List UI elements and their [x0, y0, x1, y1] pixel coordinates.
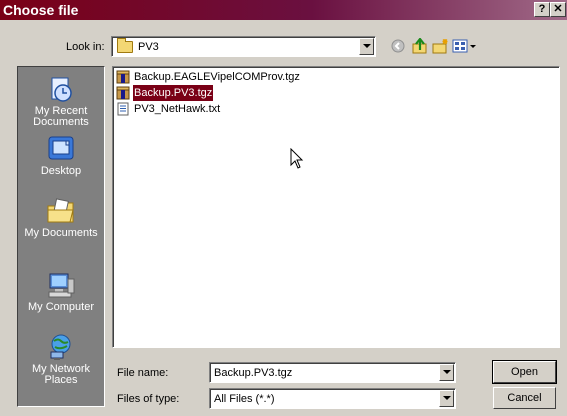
text-file-icon: [117, 102, 129, 116]
look-in-label: Look in:: [66, 41, 105, 53]
dialog-title: Choose file: [3, 2, 79, 18]
help-icon: ?: [538, 3, 546, 15]
back-icon[interactable]: [389, 38, 407, 54]
place-label: My Computer: [27, 301, 95, 313]
network-places-icon: [50, 334, 71, 360]
file-name-label: File name:: [117, 367, 169, 379]
places-bar: My Recent Documents Desktop My Documents: [17, 66, 105, 407]
archive-icon: [116, 70, 130, 84]
file-name-text: PV3_NetHawk.txt: [134, 103, 221, 115]
file-name-value: Backup.PV3.tgz: [214, 367, 293, 379]
chevron-down-icon[interactable]: [439, 364, 454, 381]
choose-file-dialog: Choose file ? ✕ Look in: PV3 My Recent D…: [0, 0, 567, 416]
files-of-type-dropdown[interactable]: All Files (*.*): [209, 388, 456, 409]
look-in-value: PV3: [138, 41, 159, 53]
chevron-down-icon[interactable]: [359, 38, 374, 55]
place-desktop[interactable]: Desktop: [18, 135, 104, 177]
look-in-dropdown[interactable]: PV3: [111, 36, 376, 57]
open-button[interactable]: Open: [492, 360, 557, 384]
my-documents-icon: [47, 198, 74, 223]
files-of-type-label: Files of type:: [117, 393, 180, 405]
new-folder-icon[interactable]: [432, 38, 450, 54]
archive-icon: [116, 86, 130, 100]
place-my-documents[interactable]: My Documents: [18, 197, 104, 239]
up-folder-icon[interactable]: [411, 38, 429, 54]
desktop-icon: [48, 136, 74, 160]
file-name-text: Backup.EAGLEVipelCOMProv.tgz: [134, 71, 300, 83]
mouse-cursor-icon: [290, 148, 304, 169]
place-label: My Recent Documents: [33, 105, 89, 128]
place-my-network-places[interactable]: My Network Places: [18, 333, 104, 386]
files-of-type-value: All Files (*.*): [214, 393, 275, 405]
place-label: Desktop: [40, 165, 82, 177]
chevron-down-icon[interactable]: [439, 390, 454, 407]
help-button[interactable]: ?: [534, 2, 550, 17]
view-menu-icon[interactable]: [452, 38, 480, 54]
title-bar[interactable]: Choose file ? ✕: [0, 0, 567, 20]
place-my-computer[interactable]: My Computer: [18, 271, 104, 313]
file-name-text: Backup.PV3.tgz: [133, 85, 214, 101]
my-computer-icon: [48, 273, 75, 298]
recent-documents-icon: [51, 77, 72, 102]
cancel-button[interactable]: Cancel: [493, 387, 556, 409]
place-label: My Network Places: [31, 363, 91, 386]
folder-icon: [117, 38, 133, 53]
place-recent-documents[interactable]: My Recent Documents: [18, 75, 104, 128]
file-name-field[interactable]: Backup.PV3.tgz: [209, 362, 456, 383]
close-icon: ✕: [553, 3, 563, 15]
place-label: My Documents: [24, 227, 98, 239]
close-button[interactable]: ✕: [550, 2, 566, 17]
file-list[interactable]: Backup.EAGLEVipelCOMProv.tgz Backup.PV3.…: [112, 66, 560, 348]
